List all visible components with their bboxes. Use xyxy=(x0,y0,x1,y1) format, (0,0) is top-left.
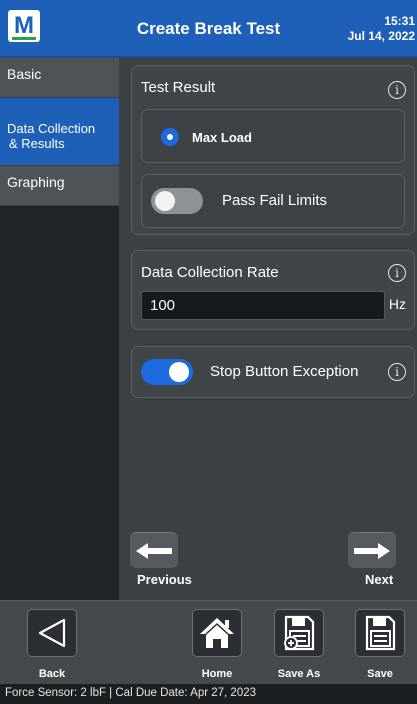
clock-time: 15:31 xyxy=(384,14,415,28)
max-load-label: Max Load xyxy=(192,130,252,145)
sidebar-item-label-line1: Data Collection xyxy=(7,121,96,136)
home-label: Home xyxy=(201,668,233,680)
stop-button-toggle[interactable] xyxy=(141,359,193,385)
arrow-left-icon xyxy=(136,543,172,559)
data-rate-input[interactable]: 100 xyxy=(141,291,385,320)
data-collection-title: Data Collection Rate xyxy=(141,264,279,281)
sidebar-item-label: Graphing xyxy=(7,174,65,190)
info-icon[interactable]: i xyxy=(388,264,406,282)
info-icon[interactable]: i xyxy=(388,81,406,99)
previous-button[interactable] xyxy=(130,532,178,568)
triangle-left-icon xyxy=(38,618,66,648)
sidebar-item-data-collection[interactable]: Data Collection & Results xyxy=(0,98,119,166)
test-result-title: Test Result xyxy=(141,79,216,96)
back-button[interactable] xyxy=(27,609,77,657)
clock: 15:31 Jul 14, 2022 xyxy=(348,14,415,44)
floppy-plus-icon xyxy=(284,615,315,651)
sidebar: Basic Data Collection & Results Graphing xyxy=(0,58,119,618)
sidebar-filler xyxy=(0,206,119,618)
info-icon[interactable]: i xyxy=(388,363,406,381)
sidebar-item-label-line2: & Results xyxy=(9,136,65,151)
pass-fail-toggle[interactable] xyxy=(151,188,203,214)
pass-fail-row: Pass Fail Limits xyxy=(141,174,405,228)
save-as-label: Save As xyxy=(277,668,321,680)
rate-unit: Hz xyxy=(388,296,406,312)
sidebar-item-label: Basic xyxy=(7,66,42,82)
home-icon xyxy=(200,618,234,648)
arrow-right-icon xyxy=(354,543,390,559)
next-label: Next xyxy=(365,572,394,587)
sidebar-item-basic[interactable]: Basic xyxy=(0,58,119,98)
bottom-toolbar: Back Home Save As Save xyxy=(0,600,417,684)
save-label: Save xyxy=(367,668,393,680)
max-load-option[interactable]: Max Load xyxy=(141,109,405,163)
previous-label: Previous xyxy=(137,572,192,587)
test-result-card: Test Result i Max Load Pass Fail Limits xyxy=(131,65,415,235)
status-bar: Force Sensor: 2 lbF | Cal Due Date: Apr … xyxy=(0,684,417,704)
radio-selected[interactable] xyxy=(161,128,179,146)
pass-fail-label: Pass Fail Limits xyxy=(222,192,328,209)
main-panel: Test Result i Max Load Pass Fail Limits … xyxy=(119,58,417,600)
app-header: M Create Break Test 15:31 Jul 14, 2022 xyxy=(0,0,417,58)
toggle-knob xyxy=(169,362,189,382)
back-label: Back xyxy=(38,668,66,680)
sidebar-item-graphing[interactable]: Graphing xyxy=(0,166,119,206)
next-button[interactable] xyxy=(348,532,396,568)
clock-date: Jul 14, 2022 xyxy=(347,29,415,43)
save-as-button[interactable] xyxy=(274,609,324,657)
stop-button-card: Stop Button Exception i xyxy=(131,346,415,398)
stop-button-label: Stop Button Exception xyxy=(210,363,359,380)
floppy-icon xyxy=(365,615,396,651)
toggle-knob xyxy=(155,191,175,211)
home-button[interactable] xyxy=(192,609,242,657)
save-button[interactable] xyxy=(355,609,405,657)
data-collection-card: Data Collection Rate i 100 Hz xyxy=(131,250,415,330)
